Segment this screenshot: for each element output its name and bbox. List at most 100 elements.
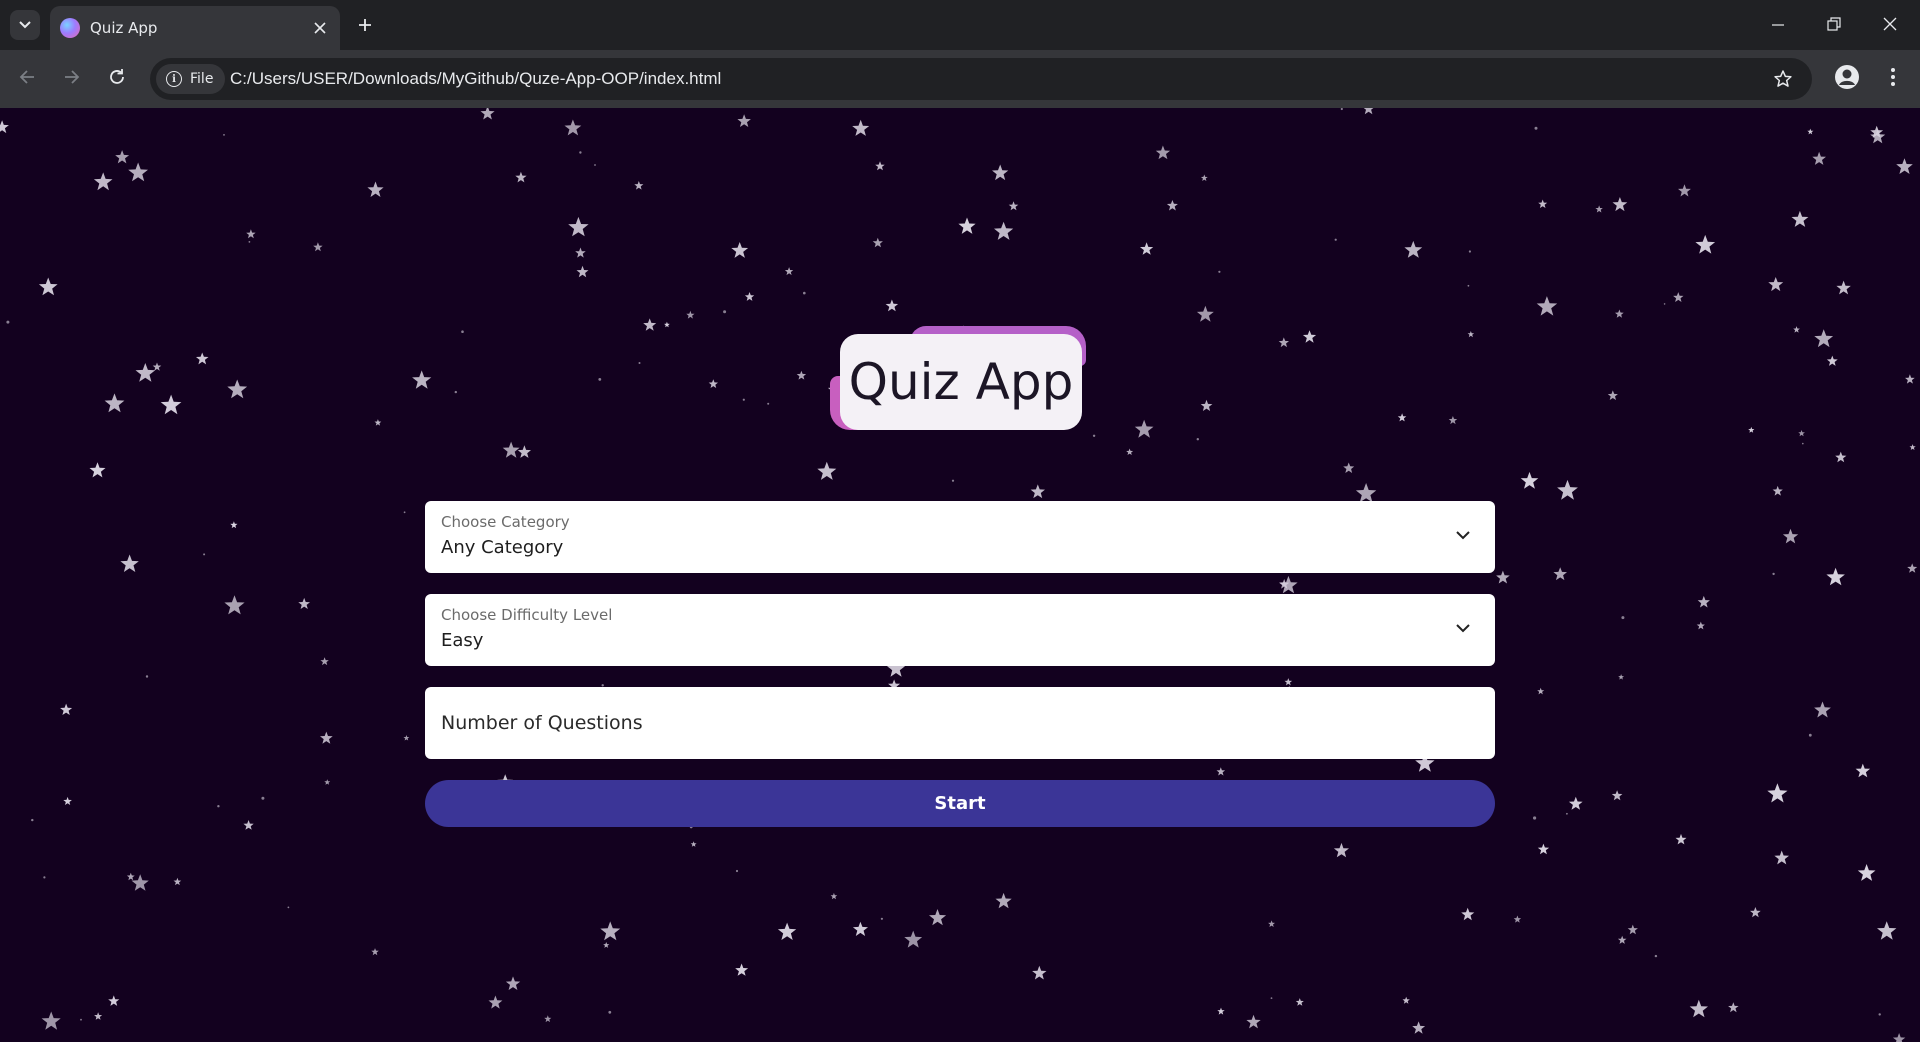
star-dot — [461, 330, 464, 333]
quiz-setup-form: Choose Category Any Category Choose Diff… — [425, 501, 1495, 827]
star-decoration — [515, 171, 527, 183]
star-decoration — [852, 921, 868, 936]
star-dot — [1533, 816, 1537, 820]
star-decoration — [403, 735, 410, 741]
star-decoration — [367, 181, 384, 197]
star-decoration — [502, 441, 520, 458]
back-button[interactable] — [12, 64, 42, 94]
star-decoration — [104, 393, 125, 413]
star-decoration — [227, 379, 248, 399]
star-decoration — [1412, 1021, 1426, 1034]
category-select[interactable]: Choose Category Any Category — [425, 501, 1495, 573]
star-decoration — [1200, 174, 1208, 181]
star-dot — [1340, 108, 1343, 111]
star-decoration — [1617, 935, 1627, 944]
star-decoration — [1807, 128, 1814, 135]
profile-button[interactable] — [1832, 64, 1862, 94]
chevron-down-icon — [1453, 618, 1473, 638]
star-decoration — [568, 216, 589, 237]
star-decoration — [1826, 567, 1845, 586]
star-dot — [951, 479, 955, 482]
info-icon: i — [166, 71, 182, 87]
star-decoration — [1748, 426, 1755, 433]
browser-toolbar: i File C:/Users/USER/Downloads/MyGithub/… — [0, 50, 1920, 108]
reload-button[interactable] — [102, 64, 132, 94]
star-decoration — [735, 963, 749, 976]
star-decoration — [1520, 471, 1539, 489]
star-decoration — [480, 108, 495, 120]
restore-button[interactable] — [1806, 0, 1862, 50]
star-dot — [803, 291, 806, 295]
difficulty-select[interactable]: Choose Difficulty Level Easy — [425, 594, 1495, 666]
number-of-questions-input[interactable] — [425, 687, 1495, 759]
star-dot — [203, 553, 206, 556]
menu-button[interactable] — [1878, 64, 1908, 94]
star-decoration — [126, 872, 135, 881]
tab-quiz-app[interactable]: Quiz App — [50, 6, 340, 50]
url-text[interactable]: C:/Users/USER/Downloads/MyGithub/Quze-Ap… — [230, 58, 721, 100]
star-decoration — [817, 461, 837, 480]
star-decoration — [320, 731, 333, 744]
tab-search-button[interactable] — [10, 10, 40, 40]
new-tab-button[interactable] — [350, 10, 380, 40]
star-dot — [1566, 812, 1568, 815]
address-bar[interactable]: i File C:/Users/USER/Downloads/MyGithub/… — [150, 58, 1812, 100]
tab-strip: Quiz App — [0, 0, 1920, 50]
star-decoration — [120, 554, 139, 572]
star-decoration — [313, 242, 323, 252]
star-decoration — [412, 370, 432, 389]
star-decoration — [1246, 1014, 1261, 1029]
star-decoration — [1877, 921, 1897, 940]
star-decoration — [690, 841, 697, 847]
star-decoration — [1826, 355, 1838, 366]
star-decoration — [1892, 1033, 1906, 1042]
star-decoration — [544, 1015, 552, 1023]
star-decoration — [320, 657, 329, 666]
close-window-button[interactable] — [1862, 0, 1918, 50]
star-decoration — [1793, 326, 1800, 333]
star-decoration — [1836, 280, 1851, 295]
arrow-left-icon — [19, 69, 35, 90]
chevron-down-icon — [19, 18, 31, 33]
star-decoration — [1155, 145, 1171, 160]
star-dot — [31, 818, 34, 822]
star-decoration — [1140, 242, 1154, 255]
start-button[interactable]: Start — [425, 780, 1495, 827]
star-decoration — [298, 597, 310, 609]
star-dot — [1808, 733, 1812, 737]
star-dot — [767, 402, 770, 405]
star-decoration — [929, 909, 947, 926]
chevron-down-icon — [1453, 525, 1473, 545]
star-decoration — [196, 352, 209, 365]
star-decoration — [1295, 998, 1304, 1006]
forward-button[interactable] — [57, 64, 87, 94]
star-dot — [1270, 997, 1273, 999]
star-decoration — [1905, 374, 1915, 384]
star-decoration — [38, 277, 58, 296]
star-decoration — [1568, 796, 1583, 810]
star-decoration — [731, 242, 749, 258]
star-decoration — [784, 267, 794, 276]
star-decoration — [737, 114, 751, 127]
minimize-button[interactable] — [1750, 0, 1806, 50]
star-decoration — [1538, 199, 1548, 208]
star-decoration — [1627, 924, 1638, 935]
star-dot — [735, 869, 739, 873]
star-dot — [742, 398, 745, 401]
star-decoration — [1696, 621, 1705, 630]
number-of-questions-field[interactable] — [425, 687, 1495, 759]
star-decoration — [1907, 563, 1918, 573]
star-dot — [1621, 616, 1625, 620]
site-info-chip[interactable]: i File — [156, 64, 226, 94]
star-decoration — [1812, 151, 1826, 165]
star-decoration — [1791, 210, 1809, 227]
star-decoration — [108, 995, 120, 1006]
star-icon[interactable] — [1768, 64, 1798, 94]
star-decoration — [1689, 999, 1708, 1018]
minimize-icon — [1772, 16, 1784, 35]
category-label: Choose Category — [441, 513, 570, 531]
star-decoration — [885, 299, 899, 312]
star-dot — [1092, 434, 1096, 437]
star-decoration — [1618, 674, 1624, 680]
close-icon[interactable] — [308, 16, 332, 40]
